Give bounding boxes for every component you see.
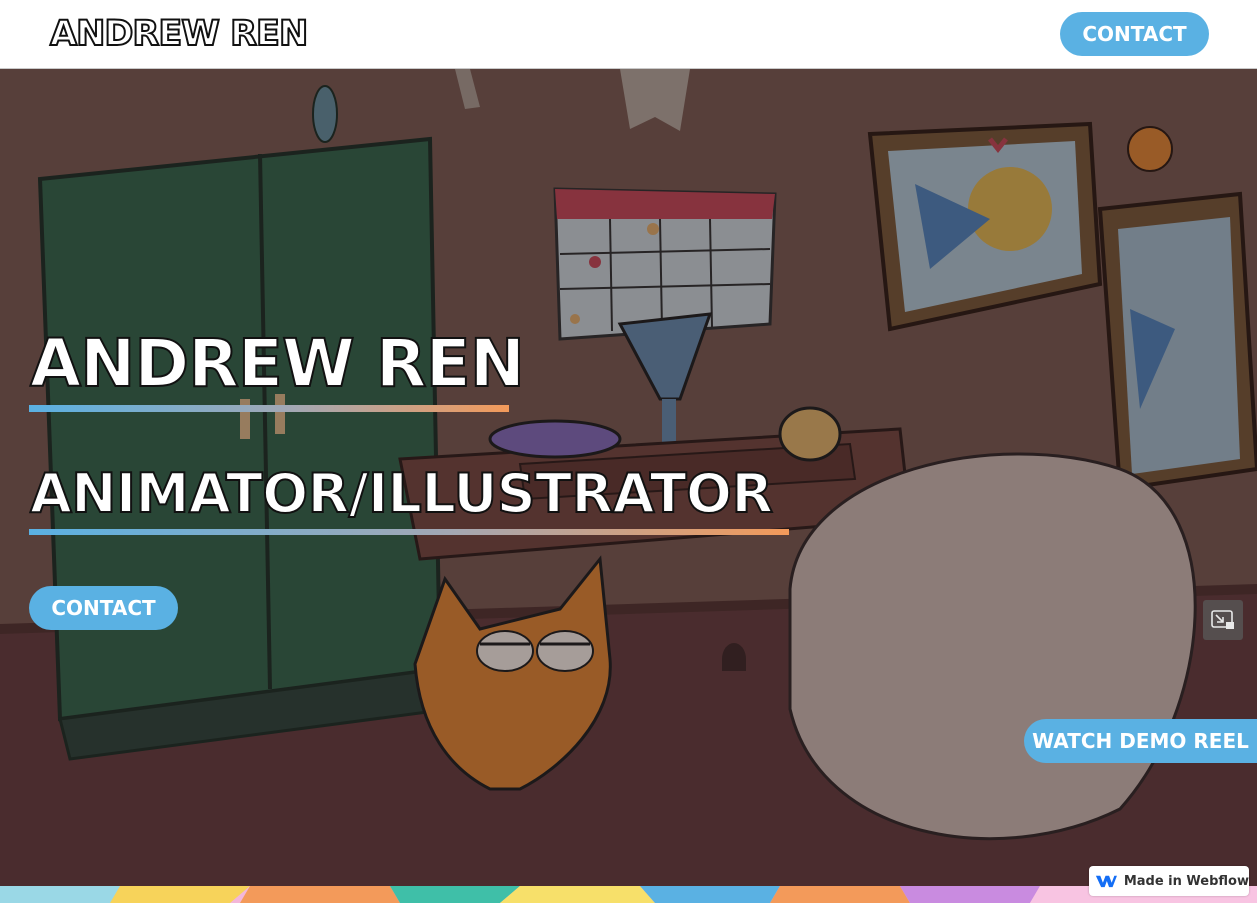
made-in-webflow-badge[interactable]: Made in Webflow [1089,866,1249,896]
webflow-badge-label: Made in Webflow [1123,873,1249,889]
hero-subtitle-underline [29,529,789,535]
hero-title-underline [29,405,509,412]
watch-demo-reel-button[interactable]: WATCH DEMO REEL [1024,719,1257,763]
webflow-logo-icon [1095,875,1117,888]
brand-logo[interactable]: ANDREW REN [49,13,309,55]
hero-section: ANDREW REN ANIMATOR/ILLUSTRATOR CONTACT … [0,69,1257,886]
nav-contact-button[interactable]: CONTACT [1060,12,1209,56]
picture-in-picture-icon [1211,610,1234,629]
hero-title: ANDREW REN [29,324,526,403]
top-navbar: ANDREW REN CONTACT [0,0,1257,69]
hero-contact-button[interactable]: CONTACT [29,586,178,630]
next-section-artwork [0,886,1257,903]
hero-subtitle: ANIMATOR/ILLUSTRATOR [29,461,774,526]
picture-in-picture-button[interactable] [1203,600,1243,640]
